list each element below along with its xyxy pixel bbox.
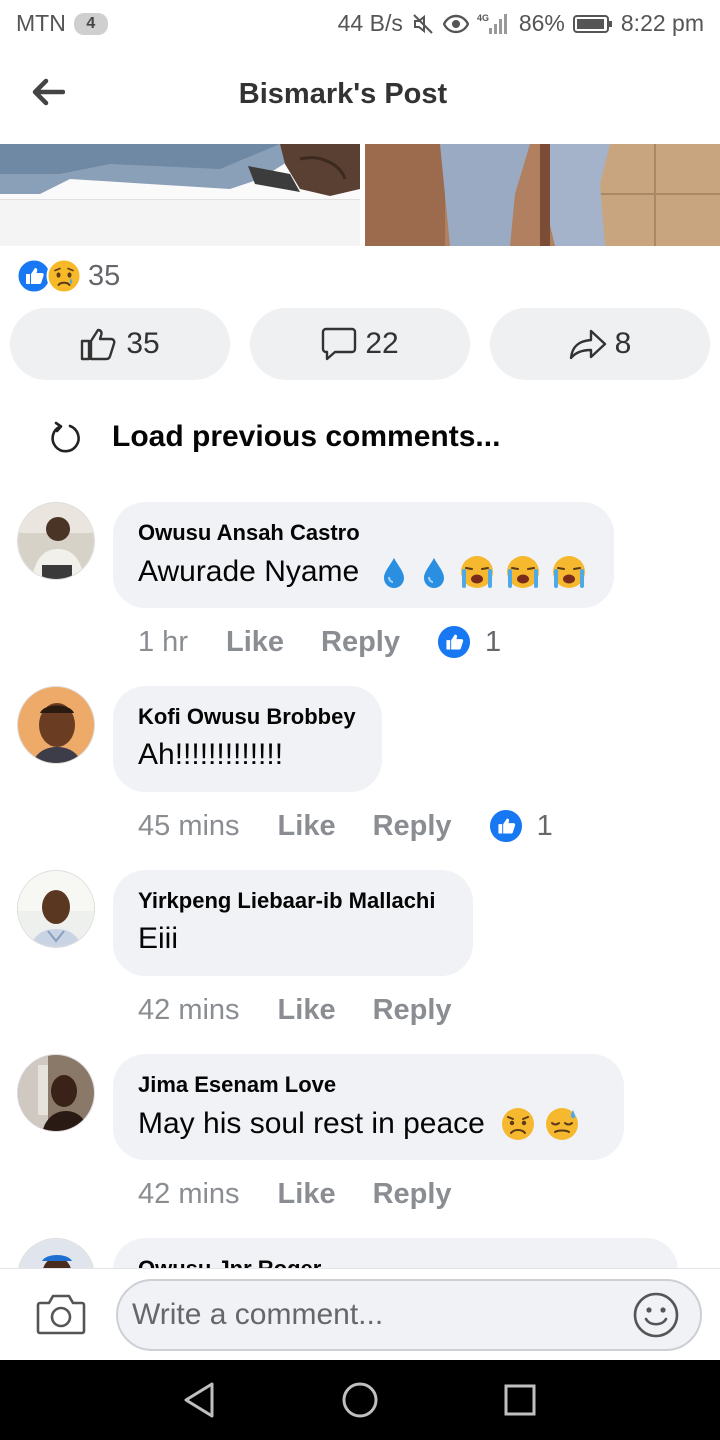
like-reaction-icon bbox=[489, 809, 522, 843]
emoji-button[interactable] bbox=[632, 1291, 680, 1339]
avatar[interactable] bbox=[17, 686, 95, 764]
comment-author[interactable]: Kofi Owusu Brobbey bbox=[138, 704, 358, 730]
comment-reactions[interactable]: 1 bbox=[489, 809, 553, 843]
smiley-icon bbox=[633, 1292, 679, 1338]
carrier-name: MTN bbox=[16, 10, 66, 36]
comment-meta: 42 mins Like Reply bbox=[138, 1174, 489, 1214]
system-nav-bar bbox=[0, 1360, 720, 1440]
comment-reaction-count: 1 bbox=[485, 625, 502, 658]
share-button[interactable]: 8 bbox=[490, 308, 710, 380]
battery-percent: 86% bbox=[518, 10, 565, 36]
post-photo[interactable] bbox=[365, 144, 720, 246]
share-count: 8 bbox=[614, 327, 632, 360]
share-arrow-icon bbox=[569, 329, 606, 360]
comment-meta: 45 mins Like Reply 1 bbox=[138, 806, 553, 846]
avatar[interactable] bbox=[17, 1054, 95, 1132]
sad-reaction-icon bbox=[46, 258, 82, 294]
comment-bubble: Owusu Jnr Roger bbox=[113, 1238, 678, 1268]
reaction-count: 35 bbox=[88, 259, 121, 292]
square-recents-icon bbox=[504, 1384, 536, 1416]
eye-icon bbox=[442, 13, 469, 35]
comment-body: May his soul rest in peace bbox=[138, 1107, 485, 1140]
avatar[interactable] bbox=[17, 502, 95, 580]
post-header: Bismark's Post bbox=[0, 50, 720, 144]
nav-home-button[interactable] bbox=[340, 1380, 380, 1420]
comment-time: 45 mins bbox=[138, 809, 240, 842]
downcast-sweat-face-emoji bbox=[545, 1108, 578, 1140]
comment-author[interactable]: Yirkpeng Liebaar-ib Mallachi bbox=[138, 888, 449, 914]
post-photo[interactable] bbox=[0, 144, 360, 246]
sim-badge: 4 bbox=[73, 12, 108, 35]
circle-home-icon bbox=[342, 1382, 378, 1418]
clock: 8:22 pm bbox=[620, 10, 704, 36]
comment-author[interactable]: Jima Esenam Love bbox=[138, 1072, 600, 1098]
post-actions: 35 22 8 bbox=[10, 308, 710, 380]
crying-face-emoji bbox=[507, 556, 540, 588]
comment-meta: 1 hr Like Reply 1 bbox=[138, 622, 501, 662]
speech-bubble-icon bbox=[322, 327, 357, 361]
triangle-back-icon bbox=[184, 1382, 214, 1418]
battery-icon bbox=[572, 14, 613, 34]
comment-body: Ah!!!!!!!!!!!!! bbox=[138, 738, 284, 771]
camera-button[interactable] bbox=[36, 1291, 86, 1337]
post-photos bbox=[0, 144, 720, 246]
comment-item: Owusu Jnr Roger bbox=[0, 1238, 720, 1268]
comment-bubble: Kofi Owusu Brobbey Ah!!!!!!!!!!!!! bbox=[113, 686, 382, 792]
comment-reaction-count: 1 bbox=[536, 809, 553, 842]
comment-like-button[interactable]: Like bbox=[278, 1178, 336, 1211]
comment-like-button[interactable]: Like bbox=[278, 810, 336, 843]
comment-time: 1 hr bbox=[138, 625, 188, 658]
comment-text: Ah!!!!!!!!!!!!! bbox=[138, 738, 358, 772]
comment-bubble: Yirkpeng Liebaar-ib Mallachi Eiii bbox=[113, 870, 473, 976]
comment-bubble: Owusu Ansah Castro Awurade Nyame bbox=[113, 502, 614, 608]
comment-reply-button[interactable]: Reply bbox=[373, 994, 452, 1027]
droplet-emoji bbox=[384, 558, 405, 588]
comment-time: 42 mins bbox=[138, 1177, 240, 1210]
crying-face-emoji bbox=[553, 556, 586, 588]
comment-text: Awurade Nyame bbox=[138, 554, 590, 590]
avatar[interactable] bbox=[17, 1238, 95, 1268]
comment-reply-button[interactable]: Reply bbox=[373, 810, 452, 843]
refresh-icon bbox=[51, 421, 80, 453]
svg-text:4G: 4G bbox=[477, 13, 489, 23]
network-speed: 44 B/s bbox=[337, 10, 403, 36]
comment-button[interactable]: 22 bbox=[250, 308, 470, 380]
thumbs-up-icon bbox=[81, 328, 116, 361]
nav-recents-button[interactable] bbox=[500, 1380, 540, 1420]
comment-reactions[interactable]: 1 bbox=[437, 625, 501, 659]
crying-face-emoji bbox=[461, 556, 494, 588]
comment-body: Eiii bbox=[138, 922, 179, 955]
comment-bubble: Jima Esenam Love May his soul rest in pe… bbox=[113, 1054, 624, 1160]
comment-author[interactable]: Owusu Jnr Roger bbox=[138, 1256, 654, 1268]
comment-meta: 42 mins Like Reply bbox=[138, 990, 489, 1030]
comment-time: 42 mins bbox=[138, 993, 240, 1026]
comment-text: May his soul rest in peace bbox=[138, 1106, 600, 1142]
comment-input[interactable] bbox=[116, 1279, 702, 1351]
like-button[interactable]: 35 bbox=[10, 308, 230, 380]
page-title: Bismark's Post bbox=[238, 78, 448, 110]
comment-text: Eiii bbox=[138, 922, 449, 956]
comment-body: Awurade Nyame bbox=[138, 555, 360, 588]
camera-icon bbox=[36, 1294, 86, 1335]
load-previous-label: Load previous comments... bbox=[112, 420, 501, 453]
status-bar: MTN 4 44 B/s 4G 86% 8:22 pm bbox=[0, 0, 720, 50]
comment-composer bbox=[0, 1268, 720, 1360]
reaction-summary[interactable]: 35 bbox=[16, 258, 120, 294]
signal-icon: 4G bbox=[477, 12, 511, 36]
comment-author[interactable]: Owusu Ansah Castro bbox=[138, 520, 590, 546]
comment-like-button[interactable]: Like bbox=[226, 626, 284, 659]
comment-like-button[interactable]: Like bbox=[278, 994, 336, 1027]
mute-icon bbox=[411, 12, 435, 36]
comment-reply-button[interactable]: Reply bbox=[373, 1178, 452, 1211]
avatar[interactable] bbox=[17, 870, 95, 948]
comment-count: 22 bbox=[365, 327, 399, 360]
like-count: 35 bbox=[126, 327, 160, 360]
like-reaction-icon bbox=[437, 625, 471, 659]
nav-back-button[interactable] bbox=[180, 1380, 220, 1420]
load-previous-comments[interactable]: Load previous comments... bbox=[48, 420, 500, 454]
comment-reply-button[interactable]: Reply bbox=[321, 626, 400, 659]
droplet-emoji bbox=[424, 558, 445, 588]
worried-face-emoji bbox=[501, 1108, 534, 1140]
